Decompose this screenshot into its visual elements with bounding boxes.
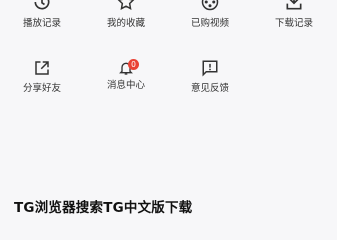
purchased-videos-menu-item[interactable]: 已购视频 xyxy=(168,0,252,34)
share-label: 分享好友 xyxy=(22,83,61,94)
article-headline[interactable]: TG浏览器搜索TG中文版下载 xyxy=(14,196,192,216)
feedback-label: 意见反馈 xyxy=(190,83,229,94)
message-count-badge: 0 xyxy=(128,59,139,70)
history-label: 播放记录 xyxy=(22,18,61,29)
download-records-label: 下载记录 xyxy=(274,18,313,29)
message-center-menu-item[interactable]: 0 消息中心 xyxy=(84,58,168,98)
message-center-label: 消息中心 xyxy=(106,80,145,91)
share-menu-item[interactable]: 分享好友 xyxy=(0,58,84,98)
share-icon xyxy=(35,61,49,75)
history-menu-item[interactable]: 播放记录 xyxy=(0,0,84,34)
star-icon xyxy=(117,0,135,10)
feedback-menu-item[interactable]: 意见反馈 xyxy=(168,58,252,98)
favorites-menu-item[interactable]: 我的收藏 xyxy=(84,0,168,34)
history-icon xyxy=(34,0,50,10)
menu-row-1: 播放记录 我的收藏 已购视频 下载记录 xyxy=(0,0,337,34)
download-records-menu-item[interactable]: 下载记录 xyxy=(252,0,336,34)
download-icon xyxy=(286,0,302,10)
feedback-icon xyxy=(202,60,218,77)
menu-row-2: 分享好友 0 消息中心 意见反馈 xyxy=(0,58,337,98)
film-reel-icon xyxy=(201,0,219,11)
purchased-videos-label: 已购视频 xyxy=(190,18,229,29)
favorites-label: 我的收藏 xyxy=(106,18,145,29)
